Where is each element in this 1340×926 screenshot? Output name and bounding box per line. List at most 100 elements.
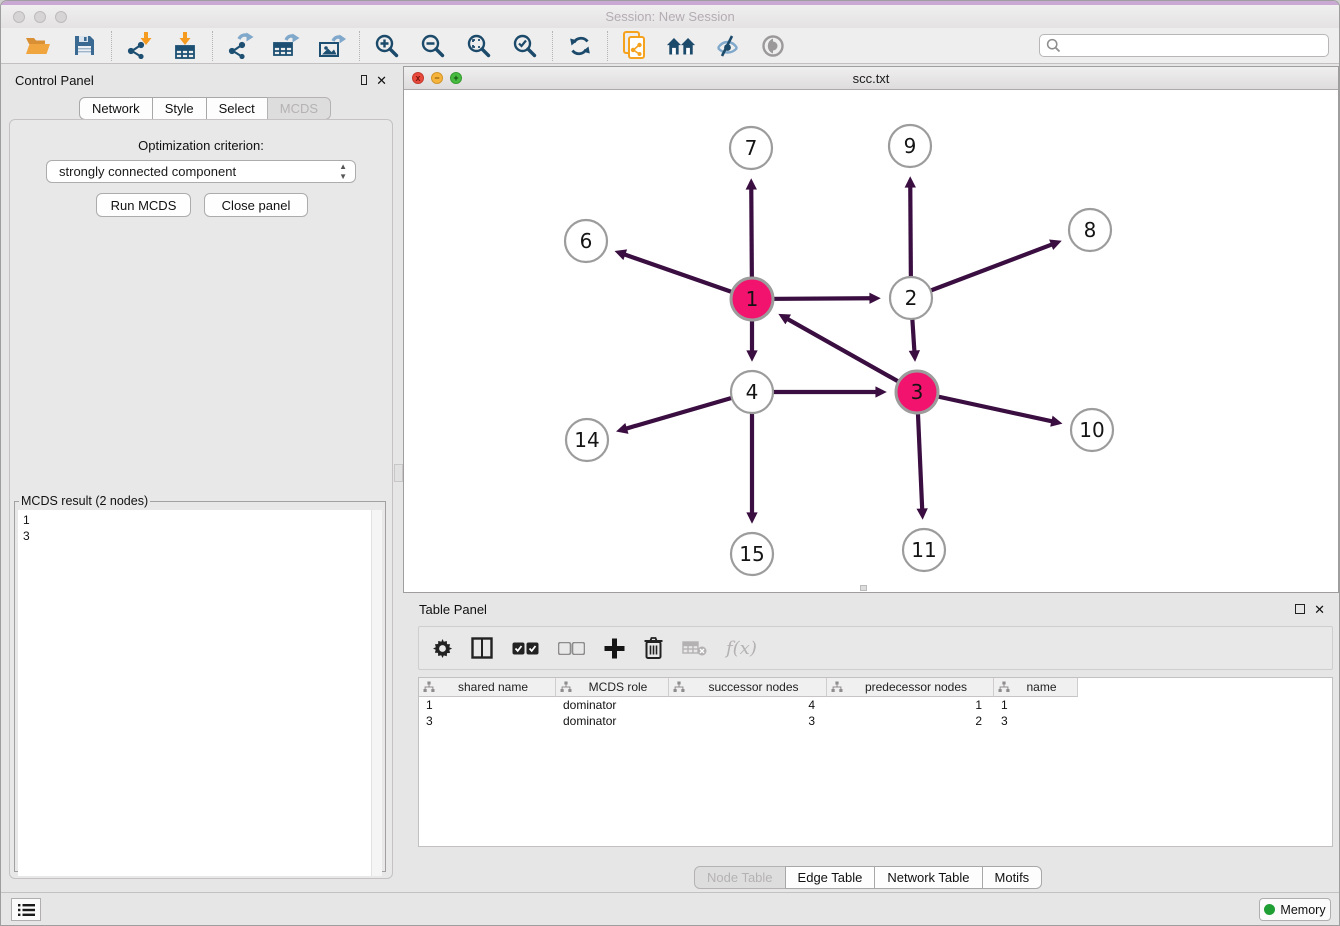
new-network-from-selection-icon[interactable] — [620, 31, 650, 61]
cell-predecessor-nodes[interactable]: 2 — [827, 713, 994, 729]
show-hidden-icon[interactable] — [758, 31, 788, 61]
column-header-MCDS-role[interactable]: MCDS role — [556, 678, 669, 697]
cell-predecessor-nodes[interactable]: 1 — [827, 697, 994, 713]
control-panel-float-icon[interactable] — [361, 75, 367, 85]
cell-name[interactable]: 1 — [994, 697, 1078, 713]
node-label: 6 — [580, 229, 593, 253]
search-input[interactable] — [1061, 35, 1328, 56]
graph-node-6[interactable]: 6 — [565, 220, 607, 262]
application-window: Session: New Session — [0, 0, 1340, 926]
zoom-selected-icon[interactable] — [510, 31, 540, 61]
network-maximize-icon[interactable]: + — [450, 72, 462, 84]
export-image-icon[interactable] — [317, 31, 347, 61]
table-panel-tabs: Node TableEdge TableNetwork TableMotifs — [694, 866, 1042, 889]
open-session-icon[interactable] — [23, 31, 53, 61]
save-session-icon[interactable] — [69, 31, 99, 61]
run-mcds-button-label: Run MCDS — [111, 198, 177, 213]
zoom-in-icon[interactable] — [372, 31, 402, 61]
network-resize-handle[interactable] — [860, 585, 867, 591]
search-icon — [1046, 38, 1061, 53]
table-panel-close-icon[interactable]: ✕ — [1314, 603, 1325, 616]
node-label: 4 — [746, 380, 759, 404]
column-header-shared-name[interactable]: shared name — [419, 678, 556, 697]
tab-style[interactable]: Style — [152, 97, 207, 120]
graph-node-8[interactable]: 8 — [1069, 209, 1111, 251]
hide-selected-icon[interactable] — [712, 31, 742, 61]
tab-edge-table[interactable]: Edge Table — [785, 866, 876, 889]
delete-icon[interactable] — [644, 635, 663, 661]
node-table-body: 1dominator4113dominator323 — [419, 697, 1332, 729]
network-close-icon[interactable]: x — [412, 72, 424, 84]
node-label: 10 — [1079, 418, 1104, 442]
edge-2-8[interactable] — [911, 245, 1052, 298]
network-view-window: x − + scc.txt 7 9 6 8 1 2 4 3 14 10 15 11 — [403, 66, 1339, 593]
criterion-dropdown[interactable]: strongly connected component ▲▼ — [46, 160, 356, 183]
network-view-titlebar[interactable]: x − + scc.txt — [404, 67, 1338, 90]
import-network-icon[interactable] — [124, 31, 154, 61]
control-panel-header: Control Panel ✕ — [1, 66, 401, 94]
refresh-icon[interactable] — [565, 31, 595, 61]
graph-node-1[interactable]: 1 — [731, 278, 773, 320]
cell-successor-nodes[interactable]: 4 — [669, 697, 827, 713]
run-mcds-button[interactable]: Run MCDS — [96, 193, 191, 217]
table-toolbar: f(x) — [418, 626, 1333, 670]
home-networks-icon[interactable] — [666, 31, 696, 61]
network-canvas[interactable]: 7 9 6 8 1 2 4 3 14 10 15 11 — [404, 90, 1338, 592]
table-row[interactable]: 3dominator323 — [419, 713, 1332, 729]
column-header-predecessor-nodes[interactable]: predecessor nodes — [827, 678, 994, 697]
node-table[interactable]: shared nameMCDS rolesuccessor nodesprede… — [418, 677, 1333, 847]
export-table-icon[interactable] — [271, 31, 301, 61]
tab-mcds[interactable]: MCDS — [267, 97, 331, 120]
show-columns-icon[interactable] — [471, 635, 493, 661]
delete-table-icon[interactable] — [682, 635, 707, 661]
graph-node-14[interactable]: 14 — [566, 419, 608, 461]
cell-MCDS-role[interactable]: dominator — [556, 713, 669, 729]
cell-MCDS-role[interactable]: dominator — [556, 697, 669, 713]
table-row[interactable]: 1dominator411 — [419, 697, 1332, 713]
cell-shared-name[interactable]: 3 — [419, 713, 556, 729]
mcds-panel: Optimization criterion: strongly connect… — [9, 119, 393, 879]
add-row-icon[interactable] — [604, 635, 625, 661]
window-titlebar: Session: New Session — [1, 5, 1339, 28]
tab-select[interactable]: Select — [206, 97, 268, 120]
panel-splitter-handle[interactable] — [394, 464, 403, 482]
cell-name[interactable]: 3 — [994, 713, 1078, 729]
column-header-successor-nodes[interactable]: successor nodes — [669, 678, 827, 697]
cell-successor-nodes[interactable]: 3 — [669, 713, 827, 729]
graph-node-4[interactable]: 4 — [731, 371, 773, 413]
node-label: 15 — [739, 542, 764, 566]
table-panel-float-icon[interactable] — [1295, 604, 1305, 614]
optimization-criterion-label: Optimization criterion: — [10, 138, 392, 153]
memory-button[interactable]: Memory — [1259, 898, 1331, 921]
graph-node-3[interactable]: 3 — [896, 371, 938, 413]
column-header-name[interactable]: name — [994, 678, 1078, 697]
result-scrollbar[interactable] — [371, 510, 382, 876]
graph-node-7[interactable]: 7 — [730, 127, 772, 169]
graph-node-15[interactable]: 15 — [731, 533, 773, 575]
graph-node-2[interactable]: 2 — [890, 277, 932, 319]
mcds-result-list[interactable]: 13 — [18, 510, 382, 876]
import-table-icon[interactable] — [170, 31, 200, 61]
graph-node-10[interactable]: 10 — [1071, 409, 1113, 451]
control-panel-close-icon[interactable]: ✕ — [376, 74, 387, 87]
graph-node-9[interactable]: 9 — [889, 125, 931, 167]
task-history-button[interactable] — [11, 898, 41, 921]
network-minimize-icon[interactable]: − — [431, 72, 443, 84]
graph-node-11[interactable]: 11 — [903, 529, 945, 571]
tab-node-table[interactable]: Node Table — [694, 866, 786, 889]
zoom-fit-icon[interactable] — [464, 31, 494, 61]
unselect-all-columns-icon[interactable] — [558, 635, 585, 661]
tab-network[interactable]: Network — [79, 97, 153, 120]
cell-shared-name[interactable]: 1 — [419, 697, 556, 713]
zoom-out-icon[interactable] — [418, 31, 448, 61]
tab-motifs[interactable]: Motifs — [982, 866, 1043, 889]
function-builder-icon[interactable]: f(x) — [726, 635, 757, 661]
close-panel-button[interactable]: Close panel — [204, 193, 308, 217]
search-box[interactable] — [1039, 34, 1329, 57]
node-label: 7 — [745, 136, 758, 160]
export-network-icon[interactable] — [225, 31, 255, 61]
table-options-icon[interactable] — [433, 635, 452, 661]
network-graph[interactable]: 7 9 6 8 1 2 4 3 14 10 15 11 — [404, 90, 1338, 592]
select-all-columns-icon[interactable] — [512, 635, 539, 661]
tab-network-table[interactable]: Network Table — [874, 866, 982, 889]
